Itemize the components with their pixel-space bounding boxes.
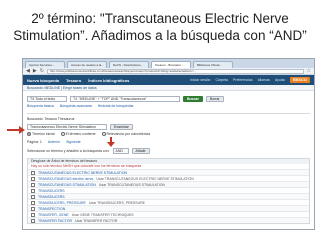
back-icon[interactable]: ◀: [26, 68, 30, 74]
browse-button[interactable]: Examinar: [110, 124, 133, 130]
annotation-arrow-right: [7, 126, 25, 134]
slide-title-line-2: Stimulation”. Añadimos a la búsqueda con…: [13, 28, 307, 43]
checkbox[interactable]: [31, 200, 35, 205]
browser-tab[interactable]: Biblioteca Virtual...: [193, 61, 233, 68]
slide-title-line-1: 2º término: "Transcutaneous Electric Ner…: [31, 11, 289, 26]
search-query-input[interactable]: TX "MEDLINE" + "TOP" AND "Transcutaneous…: [70, 96, 180, 102]
nav-new-search[interactable]: Nueva búsqueda: [27, 78, 59, 83]
results-rows: TRANSCUTANEOUS ELECTRIC NERVE STIMULATIO…: [28, 169, 309, 223]
search-field-select[interactable]: TX Todo el texto: [27, 96, 67, 102]
refresh-icon[interactable]: ↻: [40, 68, 44, 74]
term-use: Usar TRANSCUTANEOUS ELECTRIC NERVE STIMU…: [96, 176, 194, 181]
browser-screenshot: Aportar Servicios... Acceso de usuario a…: [22, 58, 315, 230]
term-link[interactable]: TRANSFER FACTOR: [38, 219, 72, 223]
operator-label: Seleccionar un término y añadirlo a la b…: [27, 148, 110, 153]
option-term-contains[interactable]: El término contiene: [60, 132, 96, 137]
nav-indexes[interactable]: Índices bibliográficos: [88, 78, 129, 83]
results-table: Desglose de Árbol de términos del tesaur…: [27, 158, 310, 224]
search-row: TX Todo el texto TX "MEDLINE" + "TOP" AN…: [27, 96, 310, 102]
option-label: El término contiene: [65, 132, 96, 136]
term-use: Usar GENE TRANSFER TECHNIQUES: [71, 212, 134, 217]
search-links: Búsqueda básica Búsqueda avanzada Histor…: [27, 104, 310, 109]
nav-thesaurus[interactable]: Tesauro: [66, 78, 81, 83]
term-use: Usar TRANSCUTANEOUS STIMULATION: [98, 182, 165, 187]
slide-title: 2º término: "Transcutaneous Electric Ner…: [0, 10, 320, 44]
operator-row: Seleccionar un término y añadirlo a la b…: [27, 148, 310, 154]
nav-languages[interactable]: Idiomas: [258, 78, 270, 82]
checkbox[interactable]: [31, 218, 35, 223]
main-content: TX Todo el texto TX "MEDLINE" + "TOP" AN…: [23, 91, 314, 227]
pagination: Página: 1 Anterior Siguiente: [27, 140, 310, 145]
term-link[interactable]: TRANSCUTANEOUS ELECTRIC NERVE STIMULATIO…: [38, 171, 127, 175]
browser-tab-active[interactable]: Tesauro - Buscador - ...: [151, 61, 191, 68]
term-use: Usar TRANSFER FACTOR: [74, 218, 118, 223]
forward-icon[interactable]: ▶: [33, 68, 37, 74]
browser-tab-bar: Aportar Servicios... Acceso de usuario a…: [23, 59, 314, 68]
thesaurus-options: Término inicial El término contiene Rele…: [27, 132, 310, 137]
term-link[interactable]: TRANSDUCERS: [38, 189, 65, 193]
browser-tab[interactable]: Aportar Servicios...: [25, 61, 65, 68]
page-indicator: Página: 1: [27, 140, 42, 144]
thesaurus-term-input[interactable]: Transcutaneous Electric Nerve Stimulatio…: [27, 124, 107, 130]
nav-preferences[interactable]: Preferencias: [233, 78, 253, 82]
term-link[interactable]: TRANSFECTION: [38, 207, 65, 211]
address-bar: ◀ ▶ ↻ http://www.publicacionescientifica…: [23, 68, 314, 75]
add-button[interactable]: Añadir: [131, 148, 150, 154]
radio-icon[interactable]: [60, 132, 65, 137]
option-term-begins[interactable]: Término inicial: [27, 132, 55, 137]
nav-sign-in[interactable]: Iniciar sesión: [190, 78, 210, 82]
thesaurus-row: Transcutaneous Electric Nerve Stimulatio…: [27, 124, 310, 130]
nav-right: Iniciar sesión Carpeta Preferencias Idio…: [190, 77, 310, 83]
checkbox[interactable]: [31, 188, 35, 193]
star-icon[interactable]: ☆: [307, 68, 311, 74]
checkbox[interactable]: [31, 206, 35, 211]
search-history-link[interactable]: Historial de búsquedas: [98, 104, 134, 109]
basic-search-link[interactable]: Búsqueda básica: [27, 104, 54, 109]
term-link[interactable]: TRANSDUCERS, PRESSURE: [38, 201, 86, 205]
nav-help[interactable]: Ayuda: [275, 78, 285, 82]
term-link[interactable]: TRANSFER, GENE: [38, 213, 69, 217]
nav-folder[interactable]: Carpeta: [216, 78, 228, 82]
brand-logo: EBSCO: [289, 77, 310, 83]
divider: [27, 113, 310, 114]
prev-page-link[interactable]: Anterior: [48, 140, 60, 145]
url-field[interactable]: http://www.publicacionescientificas.com/…: [46, 68, 304, 74]
radio-icon[interactable]: [101, 132, 106, 137]
search-button[interactable]: Buscar: [183, 96, 203, 102]
next-page-link[interactable]: Siguiente: [66, 140, 81, 145]
checkbox[interactable]: [31, 182, 35, 187]
radio-selected-icon[interactable]: [27, 132, 31, 137]
table-row: TRANSFER FACTOR Usar TRANSFER FACTOR: [28, 217, 309, 223]
checkbox[interactable]: [31, 170, 35, 175]
operator-select[interactable]: AND: [112, 148, 129, 154]
checkbox[interactable]: [31, 194, 35, 199]
thesaurus-label: Buscando: Tesauro Thesaurus: [27, 117, 75, 121]
term-link[interactable]: TRANSCUTANEOUS electric nerve: [38, 177, 93, 181]
checkbox[interactable]: [31, 176, 35, 181]
term-use: Usar TRANSDUCERS, PRESSURE: [88, 200, 145, 205]
browser-tab[interactable]: Acceso de usuario a la...: [67, 61, 107, 68]
browser-tab[interactable]: DeCS - Descriptores...: [109, 61, 149, 68]
site-nav: Nueva búsqueda Tesauro Índices bibliográ…: [23, 75, 314, 85]
checkbox[interactable]: [31, 212, 35, 217]
option-label: Término inicial: [32, 132, 55, 136]
advanced-search-link[interactable]: Búsqueda avanzada: [60, 104, 92, 109]
clear-button[interactable]: Borrar: [205, 96, 224, 102]
term-link[interactable]: TRANSCUTANEOUS STIMULATION: [38, 183, 96, 187]
annotation-arrow-down: [107, 137, 115, 147]
term-link[interactable]: TRANSDUCERS: [38, 195, 65, 199]
option-label: Relevancia por coincidencia: [106, 132, 151, 136]
